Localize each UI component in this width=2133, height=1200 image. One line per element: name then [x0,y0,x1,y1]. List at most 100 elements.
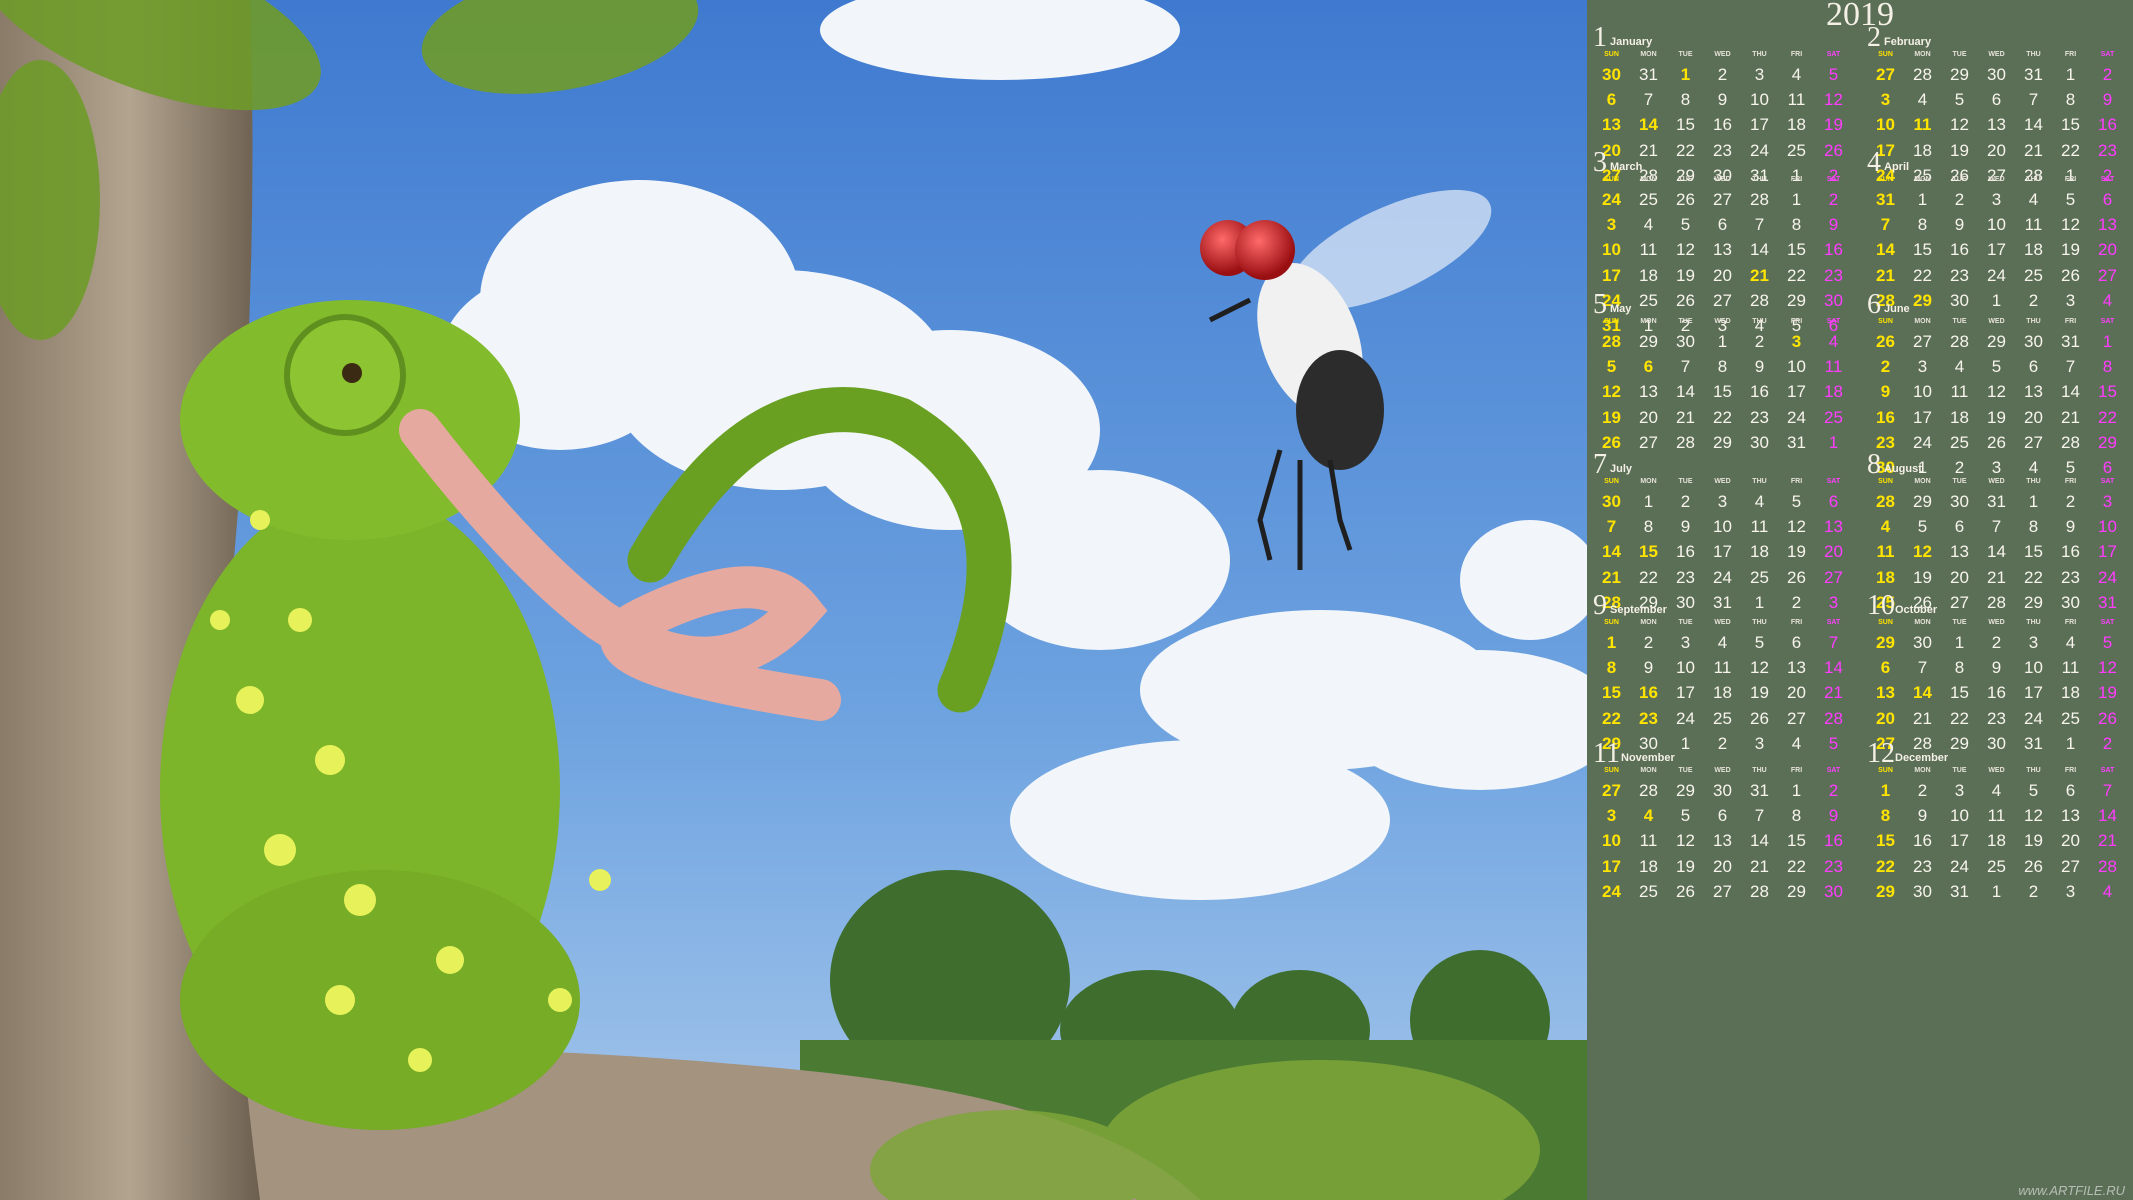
day-cell: 3 [1717,492,1728,511]
weekday-header: THU [1752,478,1767,485]
weekday-header: WED [1714,176,1731,183]
weekday-header: WED [1714,51,1731,58]
day-cell: 19 [2098,683,2117,703]
day-cell: 10 [1913,382,1932,402]
day-cell: 23 [1750,407,1769,427]
weekday-header: WED [1988,478,2005,485]
day-cell: 5 [2028,781,2039,800]
day-cell: 31 [1639,65,1658,84]
day-cell: 20 [1713,856,1732,876]
day-cell: 23 [1824,265,1843,285]
day-cell: 2 [1754,332,1765,351]
day-cell: 23 [1676,567,1695,587]
day-cell: 8 [1606,658,1617,678]
day-cell: 5 [1828,65,1839,84]
day-cell: 3 [1606,806,1617,826]
month-may: 5 May SUN MON TUE WED THU FRI SAT 28 29 30 1 2 3 4 5 6 7 8 9… [1593,289,1858,452]
weekday-header: MON [1914,478,1931,485]
day-cell: 10 [1750,90,1769,110]
day-cell: 21 [1987,567,2006,587]
day-cell: 24 [1950,856,1969,876]
weekday-header: SUN [1604,767,1619,774]
day-cell: 2 [1643,633,1654,652]
day-cell: 3 [1917,357,1928,377]
weekday-headers: SUN MON TUE WED THU FRI SAT [1867,766,2132,778]
day-cell: 13 [1950,542,1969,562]
day-cell: 24 [1787,407,1806,427]
day-cell: 6 [2065,781,2076,800]
weekday-header: SAT [1826,51,1841,58]
day-cell: 11 [2024,215,2043,235]
day-cell: 1 [1791,190,1802,209]
weekday-header: SAT [2100,318,2115,325]
day-cell: 17 [1713,542,1732,562]
day-cell: 15 [1787,831,1806,851]
day-cell: 23 [1824,856,1843,876]
month-name: August [1884,463,1922,475]
day-cell: 2 [1954,190,1965,209]
day-cell: 19 [2061,240,2080,260]
day-cell: 16 [1713,115,1732,135]
day-cell: 4 [1954,357,1965,377]
day-cell: 25 [1750,567,1769,587]
day-cell: 5 [2102,633,2113,652]
day-cell: 5 [1791,492,1802,511]
day-cell: 25 [1950,432,1969,452]
day-cell: 8 [1643,517,1654,537]
weekday-header: SUN [1878,619,1893,626]
day-cell: 30 [1750,432,1769,452]
day-cell: 10 [1876,115,1895,135]
day-cell: 2 [2028,881,2039,901]
weekday-header: TUE [1952,619,1967,626]
day-cell: 20 [2024,407,2043,427]
day-cell: 18 [1750,542,1769,562]
weekday-header: THU [2026,478,2041,485]
day-cell: 7 [1917,658,1928,678]
day-cell: 5 [1991,357,2002,377]
day-cell: 4 [1828,332,1839,351]
day-cell: 17 [2098,542,2117,562]
weekday-headers: SUN MON TUE WED THU FRI SAT [1593,477,1858,489]
weekday-header: TUE [1678,51,1693,58]
day-cell: 3 [1954,781,1965,800]
day-cell: 10 [1987,215,2006,235]
day-cell: 21 [1824,683,1843,703]
day-cell: 21 [2061,407,2080,427]
day-cell: 28 [2098,856,2117,876]
weekday-header: MON [1640,51,1657,58]
day-cell: 12 [1824,90,1843,110]
day-cell: 14 [1824,658,1843,678]
month-name: September [1610,604,1667,616]
month-name: December [1895,752,1949,764]
day-cell: 7 [1754,215,1765,235]
day-cell: 31 [2061,332,2080,351]
day-cell: 8 [1880,806,1891,826]
day-cell: 30 [1950,492,1969,511]
day-cell: 12 [1950,115,1969,135]
day-cell: 7 [1643,90,1654,110]
day-cell: 4 [1791,65,1802,84]
weekday-header: TUE [1952,318,1967,325]
day-cell: 1 [1880,781,1891,800]
day-cell: 2 [1717,65,1728,84]
day-cell: 15 [1602,683,1621,703]
day-cell: 13 [1639,382,1658,402]
day-cell: 11 [1713,658,1732,678]
day-cell: 17 [1987,240,2006,260]
day-cell: 21 [1876,265,1895,285]
day-cell: 19 [1824,115,1843,135]
day-cell: 2 [1828,781,1839,800]
day-cell: 20 [2098,240,2117,260]
day-cell: 3 [2065,881,2076,901]
day-cell: 29 [2098,432,2117,452]
day-cell: 4 [1717,633,1728,652]
day-cell: 13 [2098,215,2117,235]
day-cell: 8 [1917,215,1928,235]
day-cell: 27 [1824,567,1843,587]
day-cell: 25 [2061,708,2080,728]
weekday-header: SUN [1878,767,1893,774]
day-cell: 18 [1713,683,1732,703]
weekday-header: TUE [1678,176,1693,183]
day-cell: 20 [1824,542,1843,562]
day-cell: 12 [1676,240,1695,260]
